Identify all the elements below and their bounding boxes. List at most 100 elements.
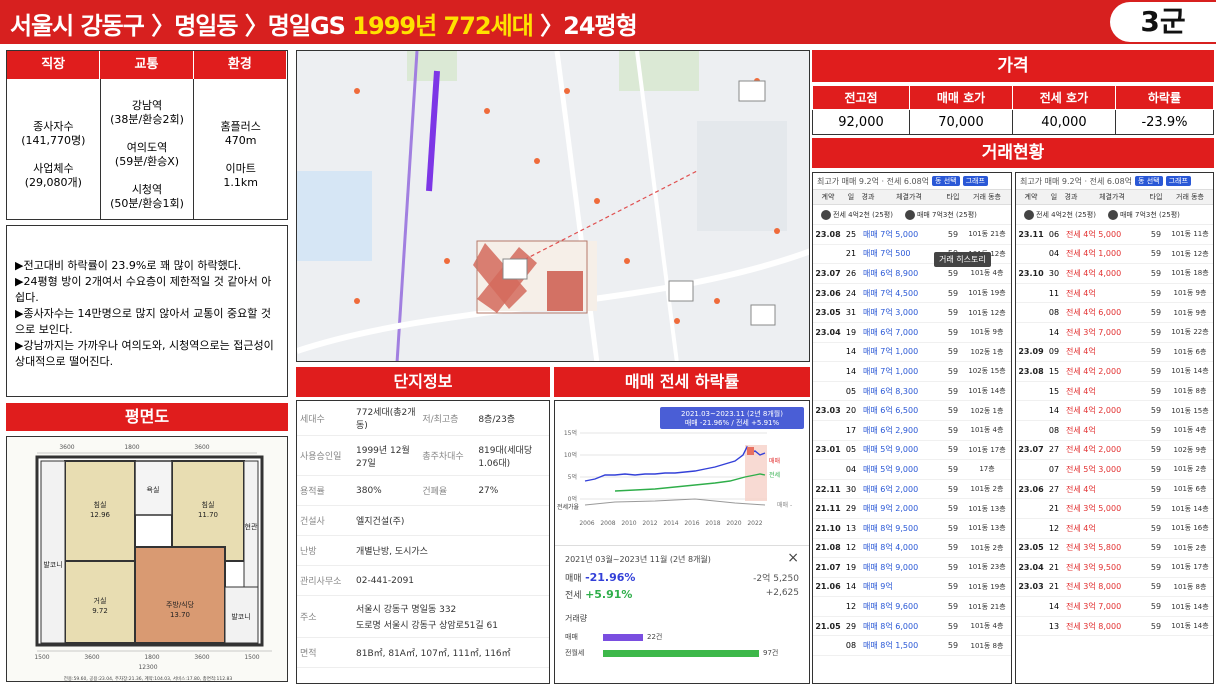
agent-row[interactable]: 전세 4억2천 (25평) 매매 7억3천 (25평) [813,205,1011,225]
deal-row[interactable]: 23.07 27 전세 4억 2,000 59 102동 9층 [1016,441,1213,461]
deal-row[interactable]: 23.09 09 전세 4억 59 101동 6층 [1016,343,1213,363]
deal-price: 매매 8억 6,000 [863,621,919,631]
agent-row[interactable]: 전세 4억2천 (25평) 매매 7억3천 (25평) [1016,205,1213,225]
deal-row[interactable]: 23.06 24 매매 7억 4,500 59 101동 19층 [813,284,1011,304]
price-col-peak: 전고점 [811,85,911,110]
deal-row[interactable]: 04 매매 5억 9,000 59 17층 [813,460,1011,480]
deal-row[interactable]: 08 매매 8억 1,500 59 101동 8층 [813,636,1011,657]
deal-type: 59 [1150,582,1162,592]
jeon-amt: +2,625 [765,588,799,598]
environment-info: 홈플러스 470m 이마트 1.1km [220,120,261,189]
dong-select-button[interactable]: 동 선택 [932,176,960,186]
deal-floor: 101동 18층 [1171,269,1209,278]
deal-row[interactable]: 14 전세 3억 7,000 59 101동 14층 [1016,597,1213,617]
deal-row[interactable]: 23.08 15 전세 4억 2,000 59 101동 14층 [1016,362,1213,382]
deal-row[interactable]: 21.06 14 매매 9억 59 101동 19층 [813,578,1011,598]
deal-price: 매매 5억 9,000 [863,464,919,474]
close-icon[interactable]: × [787,550,799,566]
comment-line: ▶24평형 방이 2개여서 수요층이 제한적일 것 같아서 아쉽다. [15,275,272,304]
map-price-marker[interactable] [668,280,694,302]
deal-floor: 101동 16층 [1171,524,1209,533]
deal-row[interactable]: 21.11 29 매매 9억 2,000 59 101동 13층 [813,499,1011,519]
deal-row[interactable]: 23.11 06 전세 4억 5,000 59 101동 11층 [1016,225,1213,245]
deal-type: 59 [947,229,959,239]
deal-row[interactable]: 23.04 21 전세 3억 9,500 59 101동 17층 [1016,558,1213,578]
deal-row[interactable]: 23.07 26 매매 6억 8,900 59 101동 4층 [813,264,1011,284]
rate-heading: 매매 전세 하락률 [554,367,810,397]
deal-floor: 101동 8층 [970,641,1004,650]
deal-price: 매매 7억 1,000 [863,366,919,376]
floorplan-heading: 평면도 [6,403,288,431]
dim-bottom: 3600 [194,654,209,661]
deal-row[interactable]: 08 전세 4억 6,000 59 101동 9층 [1016,303,1213,323]
deal-row[interactable]: 12 전세 4억 59 101동 16층 [1016,519,1213,539]
deal-day: 14 [1048,602,1060,612]
deal-row[interactable]: 21.08 12 매매 8억 4,000 59 101동 2층 [813,539,1011,559]
deal-row[interactable]: 23.08 25 매매 7억 5,000 59 101동 21층 [813,225,1011,245]
deal-row[interactable]: 17 매매 6억 2,900 59 101동 4층 [813,421,1011,441]
complex-info: 세대수 772세대(총2개동) 저/최고층 8층/23층 사용승인일 1999년 12월… [296,400,550,684]
deal-row[interactable]: 11 전세 4억 59 101동 9층 [1016,284,1213,304]
vol-sale-label: 매매 [565,633,578,641]
deal-floor: 101동 2층 [970,485,1004,494]
deal-row[interactable]: 21.05 29 매매 8억 6,000 59 101동 4층 [813,617,1011,637]
deal-row[interactable]: 21.10 13 매매 8억 9,500 59 101동 13층 [813,519,1011,539]
deal-price: 매매 7억 3,000 [863,308,919,318]
deal-row[interactable]: 22.11 30 매매 6억 2,000 59 101동 2층 [813,480,1011,500]
deal-day: 21 [1048,562,1060,572]
deal-floor: 101동 21층 [968,230,1006,239]
deal-floor: 101동 4층 [970,622,1004,631]
dong-select-button[interactable]: 동 선택 [1135,176,1163,186]
deal-row[interactable]: 23.06 27 전세 4억 59 101동 6층 [1016,480,1213,500]
map-price-marker[interactable] [738,80,766,102]
room-label: 주방/식당 [166,600,195,609]
deal-row[interactable]: 23.05 12 전세 3억 5,800 59 101동 2층 [1016,539,1213,559]
location-map[interactable] [296,50,810,362]
deal-floor: 101동 21층 [968,602,1006,611]
map-price-marker[interactable] [502,258,528,280]
deal-type: 59 [1150,445,1162,455]
deal-row[interactable]: 13 전세 3억 8,000 59 101동 14층 [1016,617,1213,637]
page-title: 서울시 강동구 〉명일동 〉명일GS 1999년 772세대 〉24평형 [10,12,638,40]
dim-bottom: 1500 [244,654,259,661]
deal-day: 05 [845,445,857,455]
deal-day: 13 [1048,621,1060,631]
deal-row[interactable]: 14 매매 7억 1,000 59 102동 1층 [813,343,1011,363]
vol-jeon-count: 97건 [763,649,779,657]
deals-panel-jeon: 최고가 매매 9.2억 · 전세 6.08억 동 선택 그래프 계약 일 경과 … [1015,172,1214,684]
deal-row[interactable]: 14 매매 7억 1,000 59 102동 15층 [813,362,1011,382]
deal-row[interactable]: 23.05 31 매매 7억 3,000 59 101동 12층 [813,303,1011,323]
deal-type: 59 [1150,386,1162,396]
deal-row[interactable]: 23.03 20 매매 6억 6,500 59 102동 1층 [813,401,1011,421]
deal-month: 23.03 [815,406,841,416]
price-sale: 70,000 [909,109,1013,135]
deal-price: 전세 4억 [1066,386,1096,396]
deal-row[interactable]: 05 매매 6억 8,300 59 101동 14층 [813,382,1011,402]
deal-row[interactable]: 14 전세 4억 2,000 59 101동 15층 [1016,401,1213,421]
deal-row[interactable]: 04 전세 4억 1,000 59 101동 12층 [1016,245,1213,265]
deal-row[interactable]: 23.10 30 전세 4억 4,000 59 101동 18층 [1016,264,1213,284]
deal-row[interactable]: 23.03 21 전세 3억 8,000 59 101동 8층 [1016,578,1213,598]
deal-row[interactable]: 15 전세 4억 59 101동 8층 [1016,382,1213,402]
deal-floor: 101동 15층 [1171,406,1209,415]
map-price-marker[interactable] [750,304,776,326]
deal-row[interactable]: 23.04 19 매매 6억 7,000 59 101동 9층 [813,323,1011,343]
deal-day: 14 [845,347,857,357]
deal-row[interactable]: 21 전세 3억 5,000 59 101동 14층 [1016,499,1213,519]
deal-row[interactable]: 21.07 19 매매 8억 9,000 59 101동 23층 [813,558,1011,578]
graph-button[interactable]: 그래프 [1165,176,1191,186]
legend-ratio: 전세가율 [557,503,580,511]
graph-button[interactable]: 그래프 [962,176,988,186]
deal-row[interactable]: 07 전세 5억 3,000 59 101동 2층 [1016,460,1213,480]
deal-day: 14 [1048,327,1060,337]
map-canvas[interactable] [297,51,810,362]
legend-gap: 매매 - [777,501,792,509]
jeon-ratio-line [584,498,766,506]
deal-price: 전세 3억 7,000 [1066,327,1122,337]
deal-row[interactable]: 23.01 05 매매 5억 9,000 59 101동 17층 [813,441,1011,461]
deal-row[interactable]: 12 매매 8억 9,600 59 101동 21층 [813,597,1011,617]
deal-row[interactable]: 14 전세 3억 7,000 59 101동 22층 [1016,323,1213,343]
deal-row[interactable]: 08 전세 4억 59 101동 4층 [1016,421,1213,441]
deal-price: 전세 4억 [1066,347,1096,357]
deal-month: 23.08 [815,229,841,239]
